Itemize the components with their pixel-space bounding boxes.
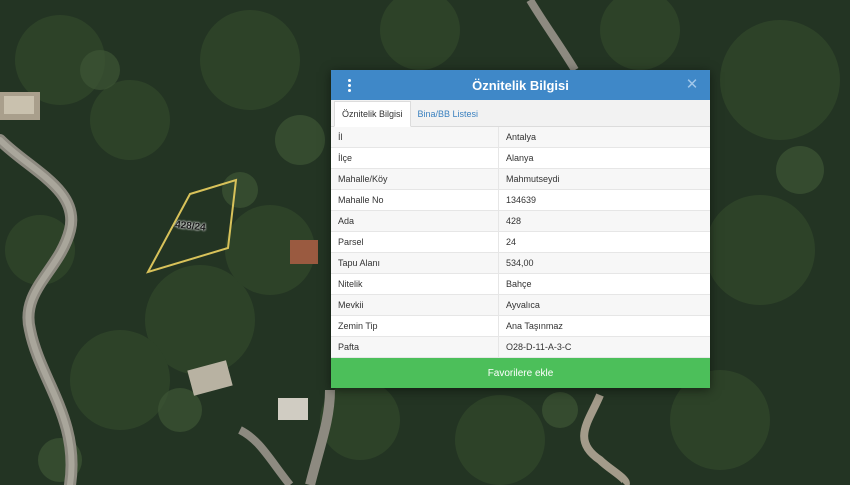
attribute-key: Mevkii (331, 294, 499, 316)
table-row: Zemin Tip Ana Taşınmaz (331, 315, 710, 337)
attribute-key: Tapu Alanı (331, 252, 499, 274)
tab-building-list[interactable]: Bina/BB Listesi (411, 102, 486, 126)
attribute-key: Mahalle/Köy (331, 168, 499, 190)
table-row: Ada 428 (331, 210, 710, 232)
attribute-value: 134639 (498, 189, 710, 211)
attribute-value: Bahçe (498, 273, 710, 295)
attribute-value: 428 (498, 210, 710, 232)
attribute-key: Mahalle No (331, 189, 499, 211)
table-row: İlçe Alanya (331, 147, 710, 169)
table-row: İl Antalya (331, 127, 710, 148)
attribute-key: İlçe (331, 147, 499, 169)
dialog-header: Öznitelik Bilgisi ✕ (331, 70, 710, 100)
attribute-value: Ayvalıca (498, 294, 710, 316)
table-row: Mevkii Ayvalıca (331, 294, 710, 316)
attribute-key: Parsel (331, 231, 499, 253)
attribute-value: O28-D-11-A-3-C (498, 336, 710, 358)
table-row: Parsel 24 (331, 231, 710, 253)
table-row: Pafta O28-D-11-A-3-C (331, 336, 710, 358)
attribute-key: İl (331, 127, 499, 148)
add-to-favorites-button[interactable]: Favorilere ekle (331, 358, 710, 388)
attribute-value: Antalya (498, 127, 710, 148)
table-row: Nitelik Bahçe (331, 273, 710, 295)
attribute-key: Ada (331, 210, 499, 232)
tab-attribute-info[interactable]: Öznitelik Bilgisi (334, 101, 411, 127)
table-row: Mahalle/Köy Mahmutseydi (331, 168, 710, 190)
attribute-key: Pafta (331, 336, 499, 358)
attribute-info-dialog: Öznitelik Bilgisi ✕ Öznitelik Bilgisi Bi… (331, 70, 710, 388)
attribute-table: İl Antalya İlçe Alanya Mahalle/Köy Mahmutse… (331, 127, 710, 358)
attribute-value: 534,00 (498, 252, 710, 274)
attribute-key: Zemin Tip (331, 315, 499, 337)
table-row: Tapu Alanı 534,00 (331, 252, 710, 274)
attribute-value: Alanya (498, 147, 710, 169)
dialog-tabs: Öznitelik Bilgisi Bina/BB Listesi (331, 100, 710, 127)
table-row: Mahalle No 134639 (331, 189, 710, 211)
attribute-value: Mahmutseydi (498, 168, 710, 190)
attribute-value: Ana Taşınmaz (498, 315, 710, 337)
dialog-title: Öznitelik Bilgisi (472, 77, 569, 93)
close-icon[interactable]: ✕ (684, 75, 700, 95)
attribute-key: Nitelik (331, 273, 499, 295)
more-options-icon[interactable] (341, 75, 357, 95)
attribute-value: 24 (498, 231, 710, 253)
